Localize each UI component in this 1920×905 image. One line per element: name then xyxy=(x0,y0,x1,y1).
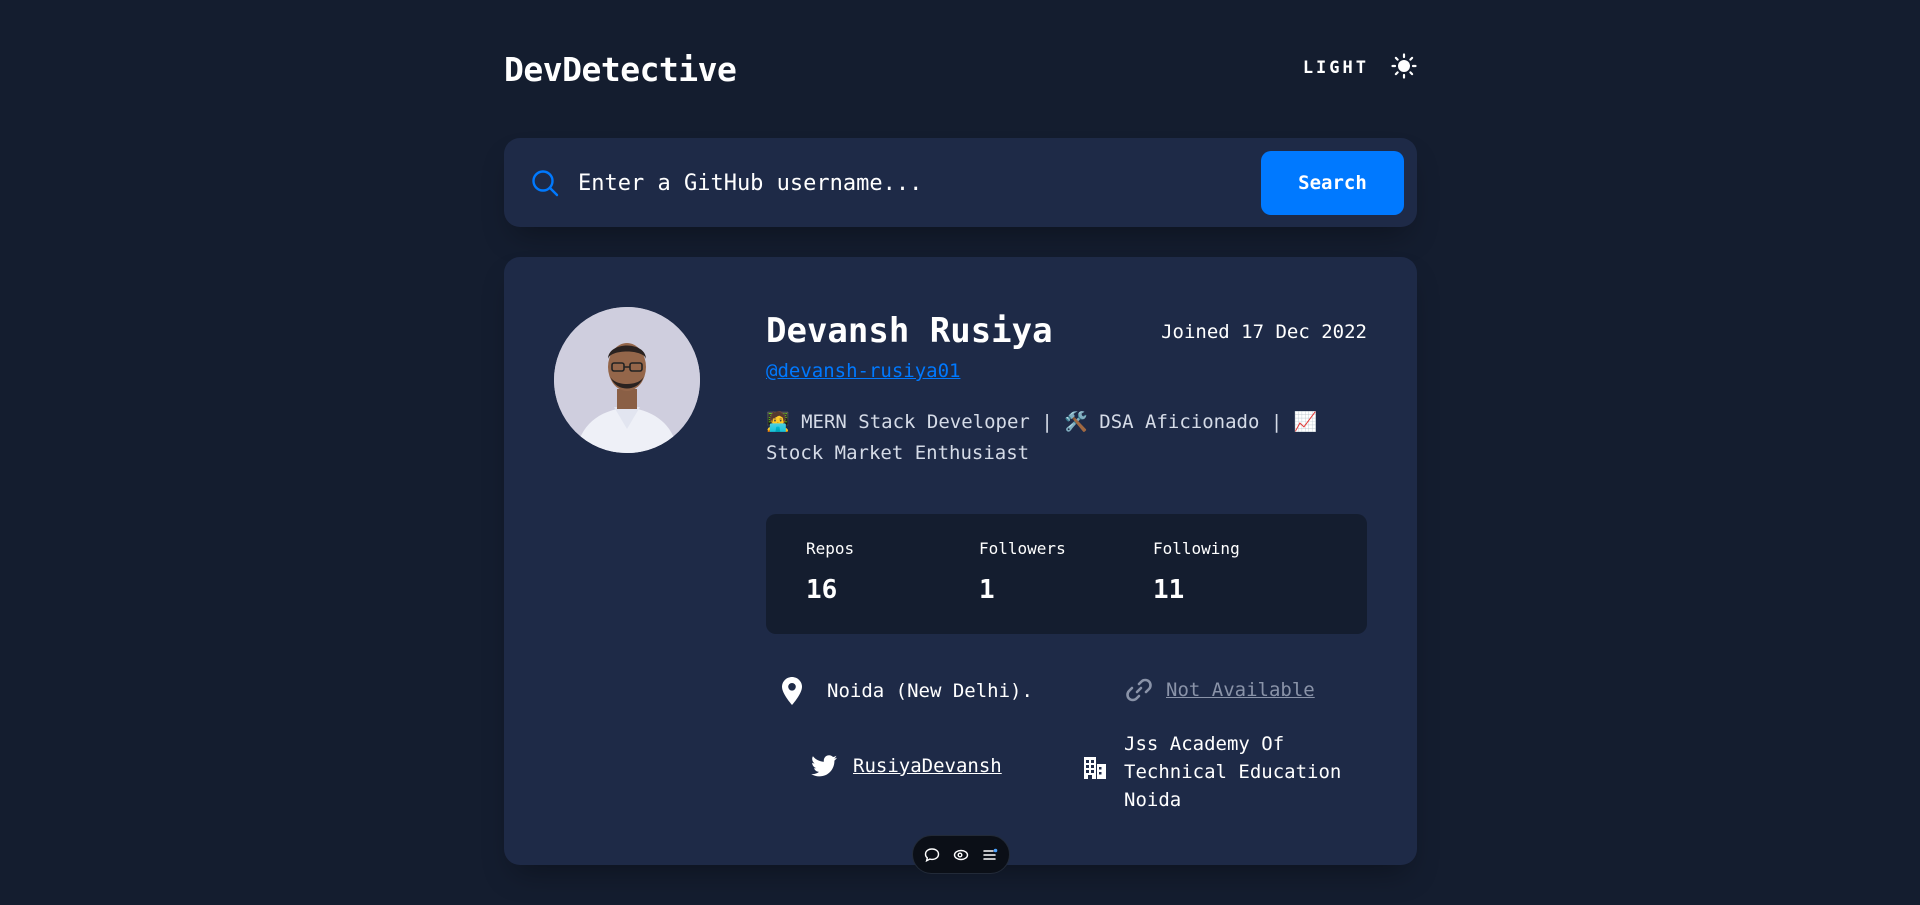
office-building-icon xyxy=(1080,755,1110,781)
theme-toggle-label: LIGHT xyxy=(1302,58,1369,78)
joined-date: Joined 17 Dec 2022 xyxy=(1161,321,1367,343)
website-link[interactable]: Not Available xyxy=(1166,679,1315,701)
search-input[interactable] xyxy=(578,160,1198,206)
stat-followers: Followers 1 xyxy=(979,539,1066,605)
website-row: Not Available xyxy=(1124,677,1315,703)
view-icon[interactable] xyxy=(953,847,969,863)
stat-repos: Repos 16 xyxy=(806,539,854,605)
stat-following: Following 11 xyxy=(1153,539,1240,605)
avatar xyxy=(554,307,700,453)
floating-toolbar xyxy=(912,835,1010,874)
location-text: Noida (New Delhi). xyxy=(827,680,1033,702)
app-logo: DevDetective xyxy=(504,50,737,89)
stat-value: 11 xyxy=(1153,575,1185,605)
profile-handle-link[interactable]: @devansh-rusiya01 xyxy=(766,360,960,382)
company-row xyxy=(1080,755,1110,781)
twitter-row: RusiyaDevansh xyxy=(809,755,1002,777)
search-icon xyxy=(531,169,559,201)
company-text: Jss Academy Of Technical Education Noida xyxy=(1124,733,1342,811)
stat-value: 1 xyxy=(979,575,995,605)
stat-value: 16 xyxy=(806,575,838,605)
link-icon xyxy=(1124,677,1154,703)
search-button[interactable]: Search xyxy=(1261,151,1404,215)
stat-label: Repos xyxy=(806,539,855,558)
stats-panel: Repos 16 Followers 1 Following 11 xyxy=(766,514,1367,634)
app-container: DevDetective LIGHT Enter a GitHub userna… xyxy=(504,0,1417,905)
twitter-icon xyxy=(809,755,839,777)
stat-label: Followers xyxy=(979,539,1066,558)
header: DevDetective LIGHT xyxy=(504,40,1417,100)
search-bar: Search xyxy=(504,138,1417,227)
twitter-link[interactable]: RusiyaDevansh xyxy=(853,755,1002,777)
location-pin-icon xyxy=(777,677,807,705)
profile-name: Devansh Rusiya xyxy=(766,311,1053,351)
stat-label: Following xyxy=(1153,539,1240,558)
sun-icon xyxy=(1391,53,1417,83)
menu-icon[interactable] xyxy=(982,847,998,863)
profile-bio: 🧑‍💻 MERN Stack Developer | 🛠️ DSA Aficio… xyxy=(766,411,1318,464)
location-row: Noida (New Delhi). xyxy=(777,677,1033,705)
theme-toggle[interactable]: LIGHT xyxy=(1303,50,1417,86)
profile-card: Devansh Rusiya Joined 17 Dec 2022 @devan… xyxy=(504,257,1417,865)
comment-icon[interactable] xyxy=(924,847,940,863)
